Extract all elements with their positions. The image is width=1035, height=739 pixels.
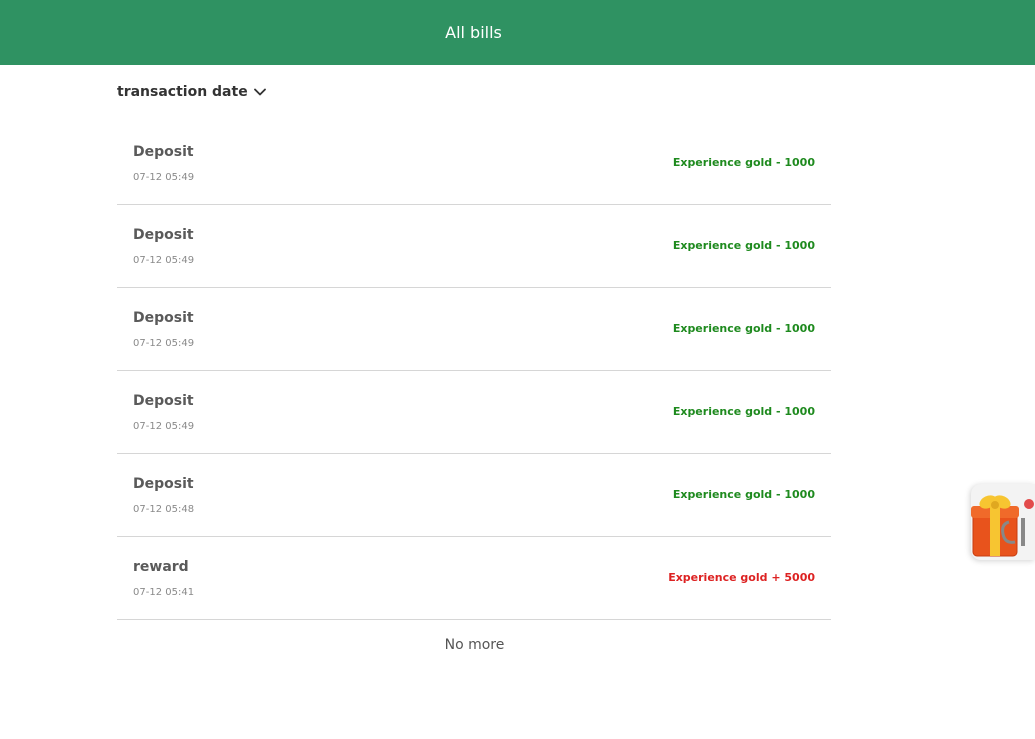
bill-row[interactable]: Deposit 07-12 05:49 Experience gold - 1000 [117,122,831,205]
bill-time: 07-12 05:48 [133,504,195,515]
bill-amount: Experience gold - 1000 [672,405,815,418]
no-more-text: No more [444,637,505,653]
bill-time: 07-12 05:49 [133,338,195,349]
bill-type: Deposit [133,227,194,243]
bill-type: Deposit [133,144,194,160]
bill-amount: Experience gold - 1000 [672,488,815,501]
bill-amount: Experience gold - 1000 [672,239,815,252]
bill-row[interactable]: Deposit 07-12 05:48 Experience gold - 1000 [117,454,831,537]
bill-amount: Experience gold + 5000 [668,571,815,584]
filter-label: transaction date [117,84,248,100]
bill-list: Deposit 07-12 05:49 Experience gold - 1000… [117,122,831,620]
bill-type: Deposit [133,393,194,409]
bill-time: 07-12 05:41 [133,587,195,598]
bill-time: 07-12 05:49 [133,255,195,266]
bill-time: 07-12 05:49 [133,172,195,183]
bill-row[interactable]: Deposit 07-12 05:49 Experience gold - 1000 [117,288,831,371]
transaction-date-filter[interactable]: transaction date [117,84,266,100]
page-title: All bills [445,23,502,42]
chevron-down-icon [253,88,266,96]
bill-amount: Experience gold - 1000 [672,322,815,335]
bill-row[interactable]: Deposit 07-12 05:49 Experience gold - 1000 [117,205,831,288]
bill-row[interactable]: reward 07-12 05:41 Experience gold + 5000 [117,537,831,620]
bill-row[interactable]: Deposit 07-12 05:49 Experience gold - 1000 [117,371,831,454]
bill-time: 07-12 05:49 [133,421,195,432]
bill-amount: Experience gold - 1000 [672,156,815,169]
bill-type: Deposit [133,476,194,492]
bill-type: Deposit [133,310,194,326]
app-header: All bills [0,0,1035,65]
bill-type: reward [133,559,189,575]
floating-gift-widget[interactable] [971,484,1035,560]
